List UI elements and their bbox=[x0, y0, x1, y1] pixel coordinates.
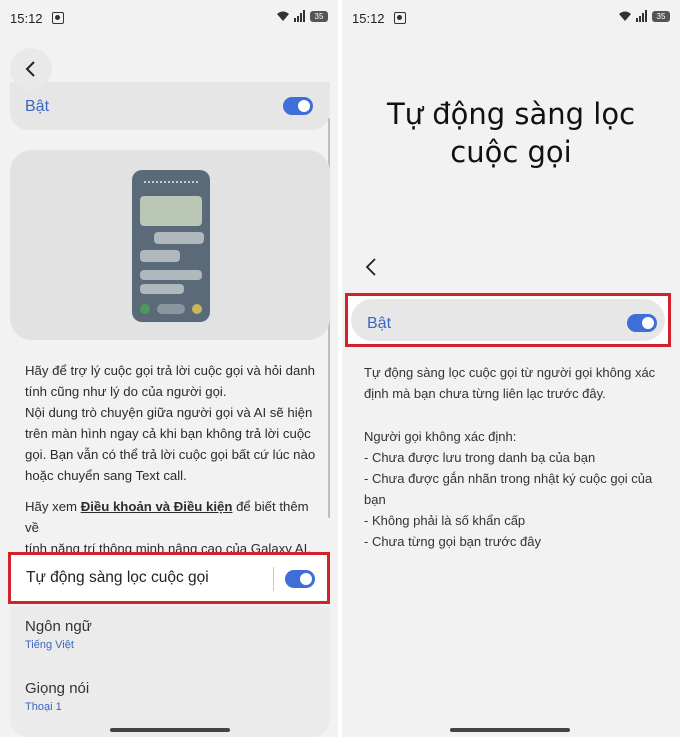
desc-line: tính cũng như lý do của người gọi. bbox=[25, 384, 227, 399]
divider bbox=[273, 567, 274, 591]
assistant-description: Hãy để trợ lý cuộc gọi trả lời cuộc gọi … bbox=[25, 360, 325, 486]
auto-screen-row[interactable]: Tự động sàng lọc cuộc gọi bbox=[8, 552, 330, 604]
desc-line: Hãy để trợ lý cuộc gọi trả lời cuộc gọi … bbox=[25, 363, 315, 378]
back-button[interactable] bbox=[364, 257, 378, 282]
auto-screen-label: Tự động sàng lọc cuộc gọi bbox=[26, 569, 209, 586]
signal-icon bbox=[636, 10, 647, 22]
desc-line: định mà bạn chưa từng liên lạc trước đây… bbox=[364, 386, 606, 401]
list-item: - Chưa từng gọi bạn trước đây bbox=[364, 534, 541, 549]
voice-value: Thoại 1 bbox=[25, 701, 62, 713]
voice-setting[interactable]: Giọng nói Thoại 1 bbox=[25, 680, 89, 713]
nav-handle[interactable] bbox=[110, 728, 230, 732]
screen-record-icon bbox=[52, 12, 64, 24]
signal-icon bbox=[294, 10, 305, 22]
nav-handle[interactable] bbox=[450, 728, 570, 732]
chevron-left-icon bbox=[25, 61, 35, 77]
left-screen: 15:12 35 Bật Hãy để trợ lý cuộc gọi trả … bbox=[0, 0, 338, 737]
title-line2: cuộc gọi bbox=[450, 135, 572, 169]
chevron-left-icon bbox=[365, 258, 376, 276]
phone-illustration bbox=[132, 170, 210, 322]
on-row[interactable]: Bật bbox=[345, 293, 671, 347]
language-setting[interactable]: Ngôn ngữ Tiếng Việt bbox=[25, 618, 92, 651]
battery-icon: 35 bbox=[310, 10, 328, 22]
wifi-icon bbox=[619, 11, 631, 21]
desc-line: Nội dung trò chuyện giữa người gọi và AI… bbox=[25, 405, 313, 420]
on-toggle[interactable] bbox=[627, 314, 657, 332]
status-time: 15:12 bbox=[10, 11, 43, 26]
status-bar: 15:12 35 bbox=[0, 0, 338, 38]
back-button[interactable] bbox=[10, 48, 52, 90]
language-title: Ngôn ngữ bbox=[25, 618, 92, 635]
on-toggle[interactable] bbox=[283, 97, 313, 115]
list-item: - Chưa được lưu trong danh bạ của bạn bbox=[364, 450, 596, 465]
voice-title: Giọng nói bbox=[25, 680, 90, 697]
list-header: Người gọi không xác định: bbox=[364, 429, 517, 444]
desc-line: Tự động sàng lọc cuộc gọi từ người gọi k… bbox=[364, 365, 656, 380]
on-label: Bật bbox=[25, 98, 50, 115]
auto-screen-description: Tự động sàng lọc cuộc gọi từ người gọi k… bbox=[364, 362, 664, 404]
right-screen: 15:12 35 Tự động sàng lọc cuộc gọi Bật T… bbox=[342, 0, 680, 737]
title-line1: Tự động sàng lọc bbox=[386, 97, 636, 131]
on-label: Bật bbox=[367, 315, 392, 332]
terms-text: Hãy xem Điều khoản và Điều kiện để biết … bbox=[25, 496, 325, 559]
auto-screen-toggle[interactable] bbox=[285, 570, 315, 588]
desc-line: trên màn hình ngay cả khi bạn không trả … bbox=[25, 426, 311, 441]
desc-line: gọi. Bạn vẫn có thể trả lời cuộc gọi bất… bbox=[25, 447, 316, 462]
desc-line: hoặc chuyển sang Text call. bbox=[25, 468, 187, 483]
page-title: Tự động sàng lọc cuộc gọi bbox=[342, 95, 680, 171]
list-item: - Không phải là số khẩn cấp bbox=[364, 513, 526, 528]
illustration-card bbox=[10, 150, 330, 340]
list-item: - Chưa được gắn nhãn trong nhật ký cuộc … bbox=[364, 471, 653, 486]
list-item: bạn bbox=[364, 492, 386, 507]
on-row-background: Bật bbox=[351, 299, 665, 341]
terms-link[interactable]: Điều khoản và Điều kiện bbox=[81, 499, 233, 514]
screen-record-icon bbox=[394, 12, 406, 24]
on-card[interactable]: Bật bbox=[10, 82, 330, 130]
unknown-callers-list: Người gọi không xác định: - Chưa được lư… bbox=[364, 426, 664, 552]
status-bar: 15:12 35 bbox=[342, 0, 680, 38]
wifi-icon bbox=[277, 11, 289, 21]
language-value: Tiếng Việt bbox=[25, 639, 74, 651]
battery-icon: 35 bbox=[652, 10, 670, 22]
status-time: 15:12 bbox=[352, 11, 385, 26]
terms-prefix: Hãy xem bbox=[25, 499, 81, 514]
